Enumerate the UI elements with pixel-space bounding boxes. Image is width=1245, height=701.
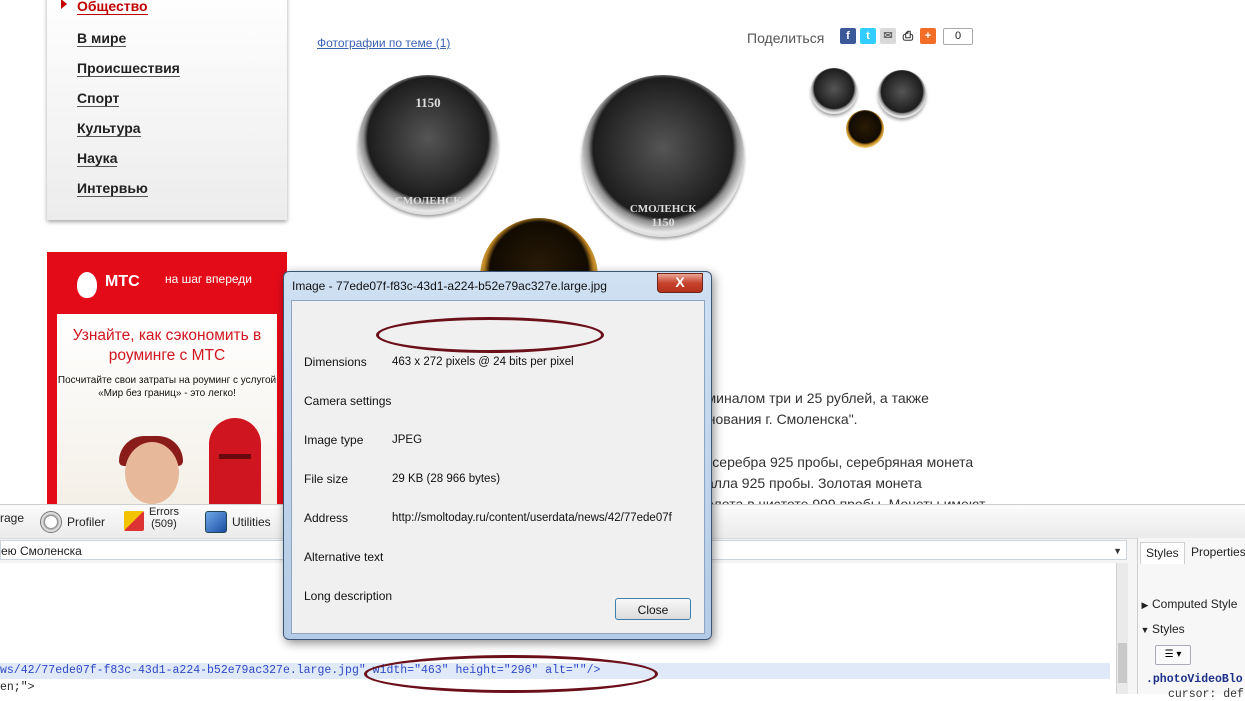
menu-item-culture[interactable]: Культура (77, 120, 141, 137)
menu-item-interview[interactable]: Интервью (77, 180, 148, 197)
menu-item-world[interactable]: В мире (77, 30, 127, 47)
share-label: Поделиться (747, 30, 825, 46)
print-icon[interactable]: ⎙ (900, 28, 916, 44)
field-value-file-size: 29 KB (28 966 bytes) (392, 473, 501, 485)
tab-storage[interactable]: rage (0, 511, 24, 525)
menu-item-society[interactable]: Общество (61, 0, 148, 15)
field-label-file-size: File size (304, 472, 349, 486)
menu-item-incidents[interactable]: Происшествия (77, 60, 180, 77)
tools-icon (205, 511, 227, 533)
twitter-icon[interactable]: t (860, 28, 876, 44)
bullet-icon (61, 0, 67, 9)
article-line: алла 925 пробы. Золотая монета (706, 475, 922, 491)
thumb-coin-2[interactable] (878, 70, 926, 118)
dialog-title: Image - 77ede07f-f83c-43d1-a224-b52e79ac… (292, 279, 607, 293)
tab-properties[interactable]: Properties (1186, 542, 1245, 563)
plus-share-icon[interactable]: + (920, 28, 936, 44)
banner-subtext: Посчитайте свои затраты на роуминг с усл… (57, 375, 277, 399)
menu-item-label: Общество (77, 0, 148, 14)
thumb-coin-3[interactable] (846, 110, 884, 148)
field-label-dimensions: Dimensions (304, 355, 367, 369)
field-value-image-type: JPEG (392, 434, 423, 446)
code-line: en;"> (0, 681, 35, 694)
dialog-body: Dimensions 463 x 272 pixels @ 24 bits pe… (291, 300, 705, 634)
menu-item-science[interactable]: Наука (77, 150, 118, 167)
field-label-camera: Camera settings (304, 394, 392, 408)
css-property: cursor: def (1168, 688, 1244, 701)
list-view-button[interactable]: ☰ ▾ (1155, 645, 1191, 665)
field-label-long-desc: Long description (304, 589, 393, 603)
css-selector: .photoVideoBlo (1146, 673, 1243, 686)
styles-side-panel: Styles Properties ▶ Computed Style ▼ Style… (1137, 538, 1245, 701)
collapse-triangle-icon: ▼ (1140, 625, 1150, 635)
email-icon[interactable]: ✉ (880, 28, 896, 44)
tab-styles[interactable]: Styles (1140, 542, 1185, 564)
article-line: основания г. Смоленска". (693, 411, 858, 427)
photos-link[interactable]: Фотографии по теме (1) (317, 36, 450, 50)
close-icon[interactable]: X (657, 273, 703, 293)
facebook-icon[interactable]: f (840, 28, 856, 44)
computed-style-section[interactable]: ▶ Computed Style (1138, 597, 1245, 611)
image-properties-dialog: Image - 77ede07f-f83c-43d1-a224-b52e79ac… (283, 271, 712, 640)
article-line: з серебра 925 пробы, серебряная монета (702, 454, 974, 470)
category-menu: Общество В мире Происшествия Спорт Культ… (47, 0, 287, 220)
field-label-alt-text: Alternative text (304, 550, 384, 564)
field-value-address[interactable]: http://smoltoday.ru/content/userdata/new… (392, 512, 692, 524)
error-warning-icon (124, 511, 144, 531)
banner-slogan: на шаг впереди (165, 272, 252, 286)
article-line: номиналом три и 25 рублей, а также (691, 390, 929, 406)
tab-profiler[interactable]: Profiler (40, 511, 105, 533)
close-button[interactable]: Close (615, 598, 691, 620)
field-label-address: Address (304, 511, 349, 525)
chevron-down-icon: ▼ (1113, 546, 1122, 556)
woman-face-graphic (125, 442, 179, 504)
menu-item-sport[interactable]: Спорт (77, 90, 120, 107)
expand-triangle-icon: ▶ (1141, 600, 1149, 610)
field-value-dimensions: 463 x 272 pixels @ 24 bits per pixel (392, 356, 574, 368)
silver-coin-2-image: СМОЛЕНСК 1150 (582, 75, 744, 237)
selected-img-line[interactable]: ws/42/77ede07f-f83c-43d1-a224-b52e79ac32… (0, 663, 1110, 679)
thumb-coin-1[interactable] (811, 68, 857, 114)
mts-ad-banner[interactable]: МТС на шаг впереди Узнайте, как сэкономи… (47, 252, 287, 504)
field-label-image-type: Image type (304, 433, 364, 447)
banner-brand: МТС (105, 273, 140, 290)
styles-section[interactable]: ▼ Styles (1138, 622, 1245, 636)
code-scrollbar[interactable] (1116, 563, 1128, 694)
stopwatch-icon (40, 511, 62, 533)
tab-utilities[interactable]: Utilities (205, 511, 271, 533)
banner-headline: Узнайте, как сэкономить в роуминге с МТС (72, 327, 262, 364)
share-icons: f t ✉ ⎙ + (840, 28, 936, 44)
silver-coin-1-image: 1150 СМОЛЕНСК (358, 75, 498, 215)
tab-errors[interactable]: Errors (509) (124, 506, 179, 531)
mts-egg-logo-icon (77, 272, 97, 298)
share-count: 0 (943, 28, 973, 45)
mailbox-graphic (209, 418, 261, 504)
